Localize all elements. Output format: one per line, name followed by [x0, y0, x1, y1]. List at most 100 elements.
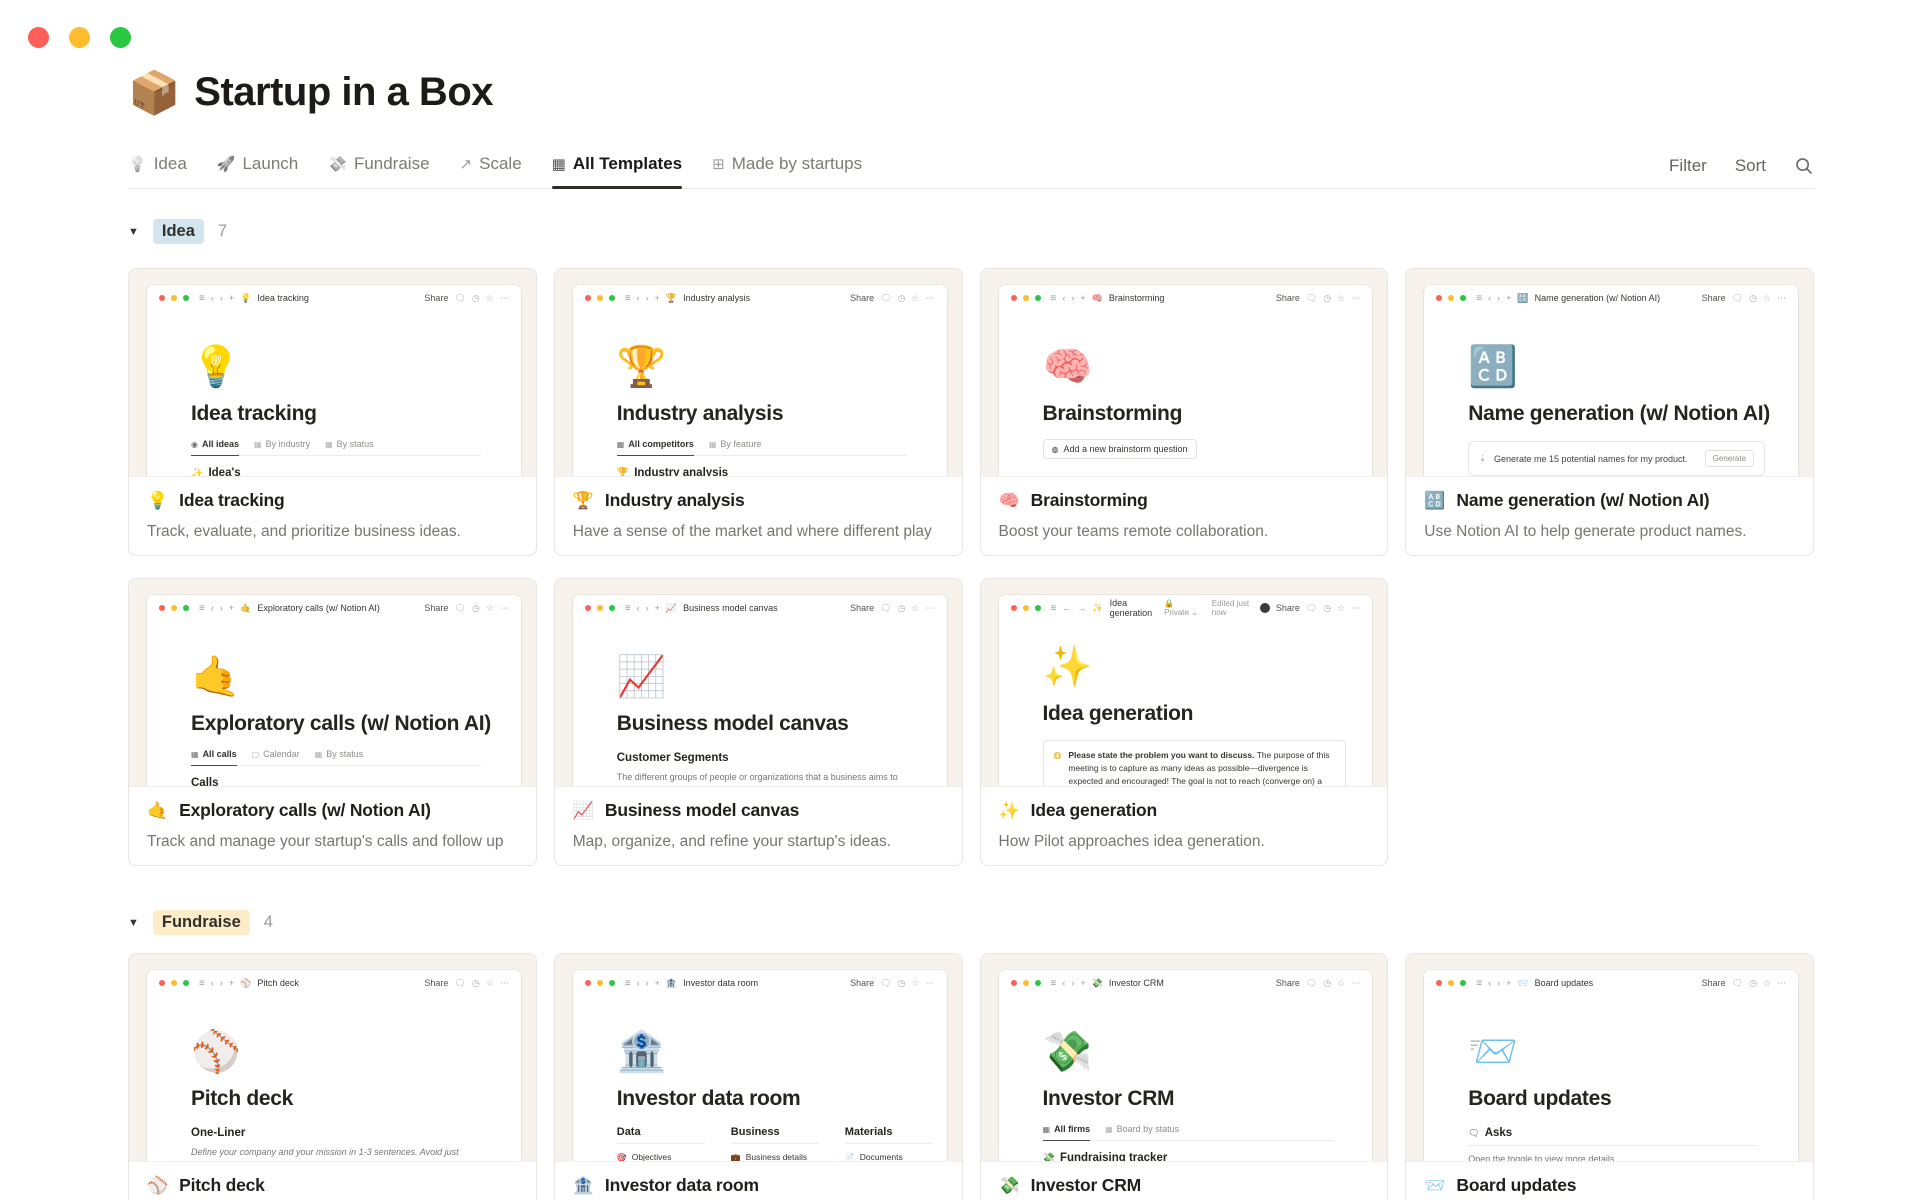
mini-page-title: Investor data room	[683, 978, 759, 988]
template-card-investor-crm[interactable]: ≡ ‹ › + 💸 Investor CRM Share 🗨 ◷ ☆ ⋯ 💸 I…	[979, 953, 1389, 1200]
tab-scale[interactable]: ↗ Scale	[460, 154, 522, 188]
mini-section-title: Fundraising tracker	[1059, 1152, 1168, 1161]
mini-subheading: Asks	[1484, 1127, 1513, 1139]
card-title: Idea tracking	[179, 490, 285, 510]
card-description: Boost your teams remote collaboration.	[998, 523, 1269, 540]
mini-section-title: Calls	[191, 777, 219, 786]
template-card-idea-generation[interactable]: ≡ ← → + ✨ Idea generation 🔒 Private ⌄ Ed…	[979, 578, 1389, 866]
mini-heading: Investor data room	[616, 1087, 801, 1110]
share-label: Share	[850, 978, 875, 988]
sparkles-emoji: ✨	[998, 801, 1020, 820]
comment-icon: 🗨	[454, 292, 466, 303]
mini-section-title: Industry analysis	[634, 467, 729, 476]
card-preview: ≡ ‹ › + 🔠 Name generation (w/ Notion AI)…	[1406, 269, 1813, 476]
card-description: Map, organize, and refine your startup's…	[572, 833, 892, 850]
speech-icon: 🗨	[1468, 1127, 1480, 1138]
plus-icon: +	[1506, 293, 1512, 303]
tab-fundraise[interactable]: 💸 Fundraise	[328, 154, 429, 188]
view-icon: ▦	[1042, 1124, 1051, 1134]
collapse-toggle-icon[interactable]: ▼	[128, 917, 139, 929]
collapse-toggle-icon[interactable]: ▼	[128, 226, 139, 238]
star-icon: ☆	[1337, 977, 1346, 988]
back-icon: ‹	[210, 603, 214, 613]
view-icon: ▢	[251, 749, 260, 759]
list-controls: Filter Sort	[1669, 156, 1814, 188]
template-card-investor-data-room[interactable]: ≡ ‹ › + 🏦 Investor data room Share 🗨 ◷ ☆…	[553, 953, 963, 1200]
tab-launch[interactable]: 🚀 Launch	[217, 154, 298, 188]
baseball-emoji: ⚾	[147, 1176, 169, 1195]
tab-all-templates[interactable]: ▦ All Templates	[551, 154, 683, 189]
mini-close-dot	[1010, 980, 1017, 986]
forward-icon: ›	[1071, 293, 1075, 303]
card-title: Board updates	[1456, 1175, 1577, 1195]
section-badge[interactable]: Idea	[152, 219, 204, 244]
maximize-button[interactable]	[110, 27, 131, 48]
mini-window-chrome: ≡ ‹ › + 📈 Business model canvas Share 🗨 …	[573, 595, 947, 621]
mini-window: ≡ ‹ › + 🏦 Investor data room Share 🗨 ◷ ☆…	[572, 970, 947, 1161]
card-preview: ≡ ‹ › + ⚾ Pitch deck Share 🗨 ◷ ☆ ⋯ ⚾ Pit…	[129, 954, 536, 1161]
tab-made-by-startups[interactable]: ⊞ Made by startups	[712, 154, 862, 188]
envelope-emoji: 📨	[1424, 1176, 1446, 1195]
section-count: 4	[263, 913, 273, 931]
mini-heading: Brainstorming	[1042, 402, 1183, 425]
minimize-button[interactable]	[69, 27, 90, 48]
template-card-idea-tracking[interactable]: ≡ ‹ › + 💡 Idea tracking Share 🗨 ◷ ☆ ⋯ 💡 …	[128, 268, 537, 556]
mini-page-title: Industry analysis	[683, 293, 751, 303]
star-icon: ☆	[485, 602, 494, 613]
template-card-business-model-canvas[interactable]: ≡ ‹ › + 📈 Business model canvas Share 🗨 …	[553, 578, 963, 866]
mini-icon: ✨	[1042, 645, 1093, 689]
mini-view-tabs: ▦ All competitors ▦ By feature	[616, 439, 907, 456]
edited-label: Edited just now	[1211, 599, 1250, 617]
menu-icon: ≡	[199, 292, 205, 304]
mini-close-dot	[1436, 295, 1443, 301]
back-icon: ‹	[1062, 978, 1066, 988]
trophy-emoji: 🏆	[572, 491, 594, 510]
card-preview: ≡ ‹ › + 📈 Business model canvas Share 🗨 …	[554, 579, 962, 786]
card-description: Use Notion AI to help generate product n…	[1424, 523, 1747, 540]
template-card-brainstorming[interactable]: ≡ ‹ › + 🧠 Brainstorming Share 🗨 ◷ ☆ ⋯ 🧠 …	[979, 268, 1389, 556]
mini-window-chrome: ≡ ‹ › + 📨 Board updates Share 🗨 ◷ ☆ ⋯	[1424, 970, 1798, 996]
tab-idea[interactable]: 💡 Idea	[128, 154, 187, 188]
sort-button[interactable]: Sort	[1735, 156, 1766, 176]
template-card-name-generation[interactable]: ≡ ‹ › + 🔠 Name generation (w/ Notion AI)…	[1405, 268, 1814, 556]
filter-button[interactable]: Filter	[1669, 156, 1707, 176]
template-card-pitch-deck[interactable]: ≡ ‹ › + ⚾ Pitch deck Share 🗨 ◷ ☆ ⋯ ⚾ Pit…	[128, 953, 537, 1200]
more-icon: ⋯	[1777, 977, 1786, 988]
mini-maximize-dot	[608, 295, 615, 301]
avatar	[1259, 603, 1270, 613]
more-icon: ⋯	[925, 602, 935, 613]
template-card-exploratory-calls[interactable]: ≡ ‹ › + 🤙 Exploratory calls (w/ Notion A…	[128, 578, 537, 866]
template-card-industry-analysis[interactable]: ≡ ‹ › + 🏆 Industry analysis Share 🗨 ◷ ☆ …	[553, 268, 963, 556]
star-icon: ☆	[911, 602, 920, 613]
mini-maximize-dot	[608, 980, 615, 986]
card-description: Track and manage your startup's calls an…	[147, 833, 504, 850]
mini-minimize-dot	[596, 295, 603, 301]
mini-page-title: Name generation (w/ Notion AI)	[1534, 293, 1661, 303]
plus-icon: +	[228, 603, 235, 613]
forward-icon: ›	[645, 293, 649, 303]
comment-icon: 🗨	[1305, 977, 1318, 988]
mini-icon: 💡	[191, 345, 241, 389]
mini-page-emoji: ✨	[1092, 602, 1104, 613]
plus-icon: +	[228, 978, 235, 988]
search-icon[interactable]	[1794, 156, 1814, 176]
template-card-board-updates[interactable]: ≡ ‹ › + 📨 Board updates Share 🗨 ◷ ☆ ⋯ 📨 …	[1405, 953, 1814, 1200]
card-preview: ≡ ← → + ✨ Idea generation 🔒 Private ⌄ Ed…	[980, 579, 1388, 786]
mini-add-question-button: ◍ Add a new brainstorm question	[1042, 439, 1197, 459]
mini-minimize-dot	[1022, 980, 1029, 986]
mini-view-tabs: ▦ All firms ▦ Board by status	[1042, 1124, 1333, 1141]
mini-heading: Board updates	[1468, 1087, 1612, 1110]
section-badge[interactable]: Fundraise	[152, 910, 250, 935]
card-title: Brainstorming	[1030, 490, 1148, 510]
close-button[interactable]	[28, 27, 49, 48]
mini-view-tabs: ▦ All calls ▢ Calendar ▦ By status	[191, 749, 482, 766]
mini-window-chrome: ≡ ‹ › + 🏆 Industry analysis Share 🗨 ◷ ☆ …	[573, 285, 947, 311]
section-header-idea: ▼ Idea 7	[128, 219, 1814, 244]
section-count: 7	[217, 222, 228, 240]
mini-maximize-dot	[1034, 295, 1041, 301]
card-description: Track, evaluate, and prioritize business…	[147, 523, 461, 540]
card-caption: 🧠 Brainstorming Boost your teams remote c…	[980, 476, 1388, 555]
more-icon: ⋯	[1351, 602, 1361, 613]
mini-minimize-dot	[1448, 295, 1455, 301]
mini-page-emoji: 🧠	[1091, 292, 1103, 303]
